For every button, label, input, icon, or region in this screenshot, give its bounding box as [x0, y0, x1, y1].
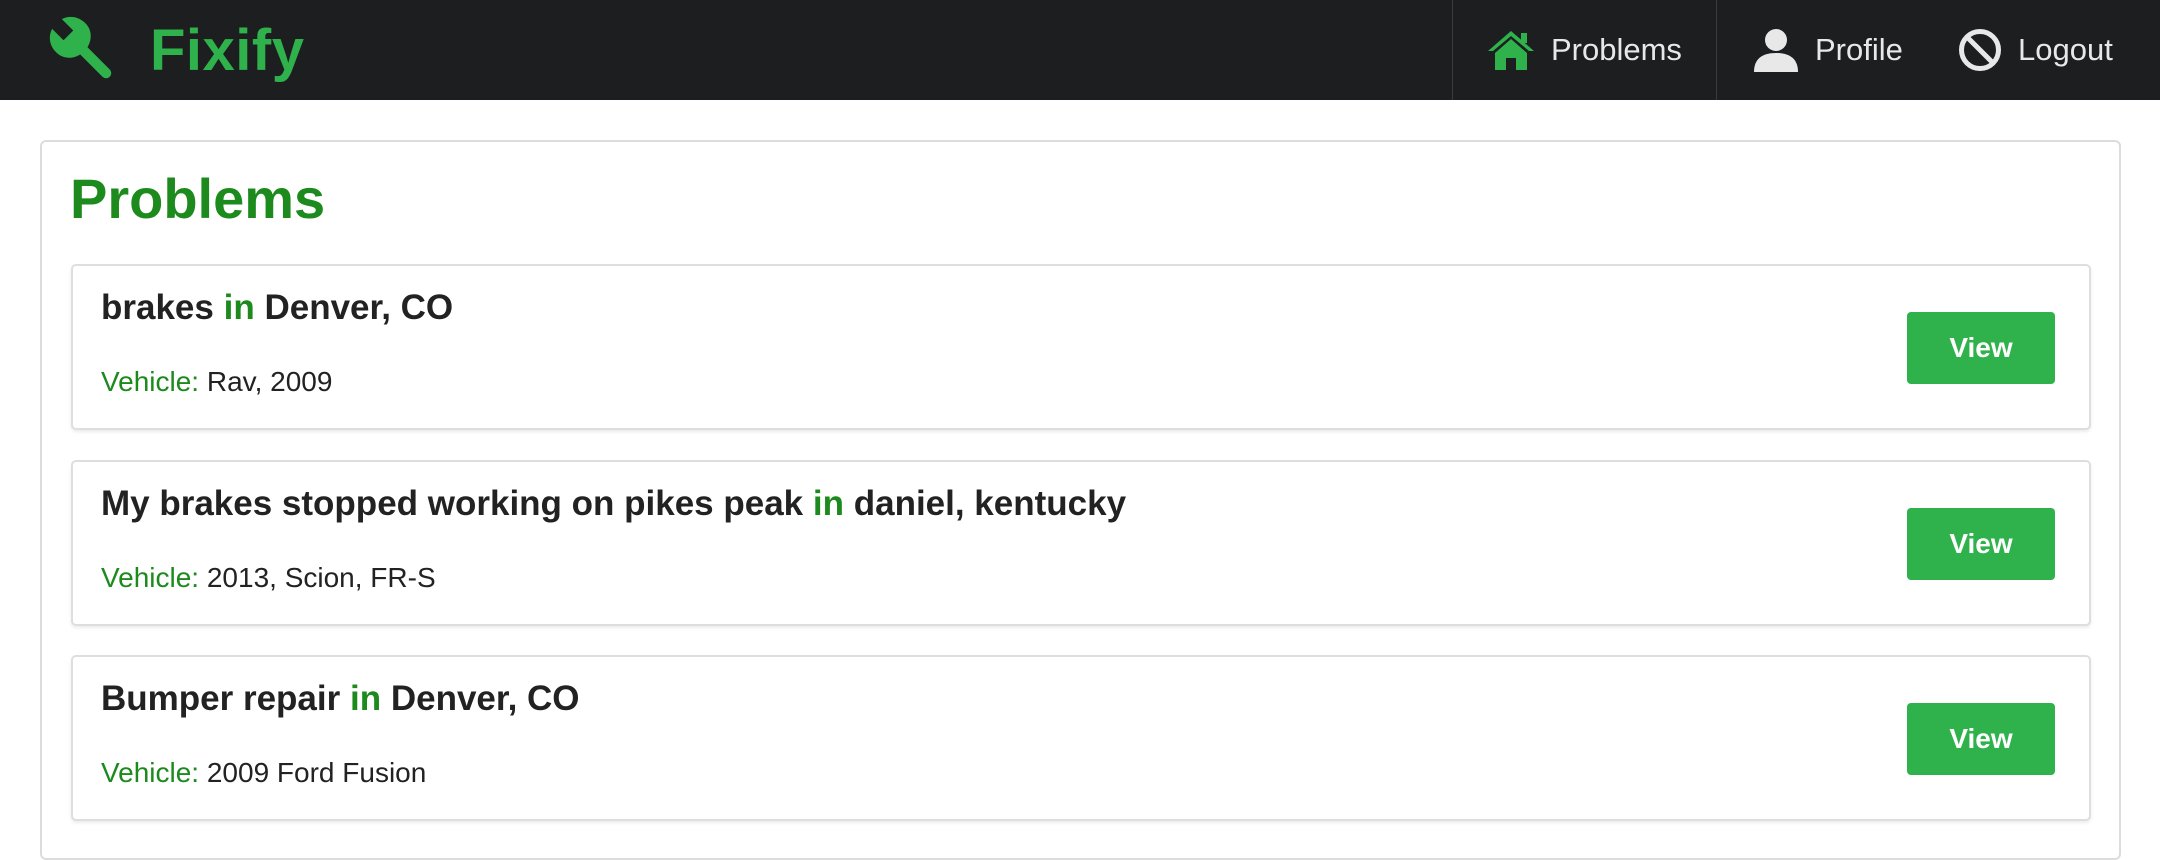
problem-card: Bumper repair in Denver, CO Vehicle: 200… — [71, 655, 2091, 821]
problem-location: daniel, kentucky — [853, 484, 1127, 523]
view-button[interactable]: View — [1907, 312, 2055, 384]
view-button[interactable]: View — [1907, 508, 2055, 580]
nav-logout-label: Logout — [2018, 32, 2113, 67]
problem-card: brakes in Denver, CO Vehicle: Rav, 2009 … — [71, 264, 2091, 430]
vehicle-label: Vehicle: — [101, 562, 200, 593]
problem-title: My brakes stopped working on pikes peak … — [101, 484, 1126, 524]
vehicle-value: 2009 Ford Fusion — [206, 757, 427, 788]
vehicle-value: 2013, Scion, FR-S — [206, 562, 436, 593]
problem-name: My brakes stopped working on pikes peak — [101, 484, 804, 523]
problem-title: brakes in Denver, CO — [101, 288, 453, 328]
brand-name: Fixify — [150, 17, 305, 83]
problem-title: Bumper repair in Denver, CO — [101, 679, 580, 719]
top-navbar: Fixify Problems Profile Logout — [0, 0, 2160, 100]
vehicle-label: Vehicle: — [101, 757, 200, 788]
problem-card: My brakes stopped working on pikes peak … — [71, 460, 2091, 626]
vehicle-info: Vehicle: 2013, Scion, FR-S — [101, 562, 436, 594]
problem-location: Denver, CO — [264, 288, 454, 327]
wrench-icon — [47, 14, 112, 83]
nav-profile-link[interactable]: Profile — [1716, 0, 1944, 100]
brand-logo-link[interactable]: Fixify — [40, 8, 305, 92]
problem-name: Bumper repair — [101, 679, 341, 718]
in-connector: in — [812, 484, 844, 523]
ban-icon — [1959, 29, 2001, 71]
nav-problems-link[interactable]: Problems — [1452, 0, 1716, 100]
problem-name: brakes — [101, 288, 214, 327]
main-nav: Problems Profile Logout — [1452, 0, 2160, 100]
vehicle-info: Vehicle: 2009 Ford Fusion — [101, 757, 426, 789]
home-icon — [1488, 31, 1534, 70]
page-title: Problems — [70, 167, 326, 230]
vehicle-info: Vehicle: Rav, 2009 — [101, 366, 332, 398]
view-button[interactable]: View — [1907, 703, 2055, 775]
vehicle-value: Rav, 2009 — [206, 366, 333, 397]
in-connector: in — [223, 288, 255, 327]
nav-logout-link[interactable]: Logout — [1944, 0, 2160, 100]
nav-profile-label: Profile — [1815, 32, 1903, 67]
nav-problems-label: Problems — [1551, 32, 1682, 67]
problem-location: Denver, CO — [390, 679, 580, 718]
user-icon — [1754, 29, 1798, 72]
in-connector: in — [349, 679, 382, 718]
vehicle-label: Vehicle: — [101, 366, 200, 397]
problems-panel: Problems brakes in Denver, CO Vehicle: R… — [40, 140, 2121, 860]
